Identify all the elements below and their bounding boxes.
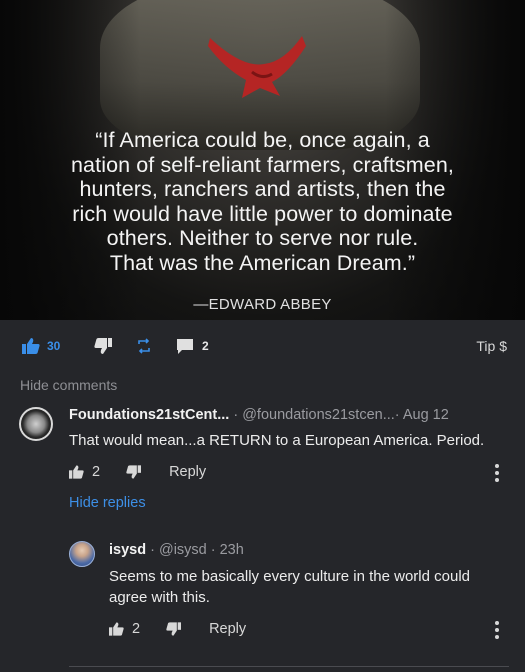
like-count: 30	[47, 339, 61, 353]
comment-header: isysd · @isysd · 23h	[109, 542, 244, 558]
comment-meta: · @foundations21stcen...· Aug 12	[229, 407, 449, 423]
divider	[69, 666, 509, 667]
thumbs-down-icon[interactable]	[126, 465, 142, 479]
avatar[interactable]	[69, 541, 95, 567]
quote-text: “If America could be, once again, a nati…	[71, 128, 454, 275]
comment-icon	[177, 338, 193, 354]
post-action-bar: 30 2 Tip $	[0, 322, 525, 368]
comment-count: 2	[202, 339, 209, 353]
red-bandana	[208, 36, 306, 98]
thumbs-down-icon	[94, 338, 112, 354]
post-image[interactable]: “If America could be, once again, a nati…	[0, 0, 525, 320]
thumbs-up-icon	[22, 338, 40, 354]
tip-button[interactable]: Tip $	[476, 336, 507, 356]
like-button[interactable]: 30	[22, 336, 60, 356]
comment-actions: 2 Reply	[69, 462, 206, 482]
comment-text: That would mean...a RETURN to a European…	[69, 432, 485, 449]
thumbs-down-icon[interactable]	[166, 622, 182, 636]
quote-author: —EDWARD ABBEY	[193, 296, 332, 313]
reply-button[interactable]: Reply	[209, 621, 246, 637]
comment-text: Seems to me basically every culture in t…	[109, 568, 470, 606]
thumbs-up-icon[interactable]	[69, 465, 84, 479]
reply-button[interactable]: Reply	[169, 464, 206, 480]
comment-author[interactable]: isysd	[109, 542, 146, 558]
comment-author[interactable]: Foundations21stCent...	[69, 407, 229, 423]
thumbs-up-icon[interactable]	[109, 622, 124, 636]
comment-like-count: 2	[132, 621, 141, 637]
comment-actions: 2 Reply	[109, 619, 246, 639]
more-options-icon[interactable]	[495, 464, 499, 485]
more-options-icon[interactable]	[495, 621, 499, 642]
avatar[interactable]	[19, 407, 53, 441]
dislike-button[interactable]	[94, 336, 112, 356]
repost-icon	[138, 338, 150, 354]
comment-meta: · @isysd · 23h	[146, 542, 244, 558]
repost-button[interactable]	[136, 336, 152, 356]
comment-header: Foundations21stCent... · @foundations21s…	[69, 407, 449, 423]
comment-button[interactable]: 2	[176, 336, 209, 356]
comment-like-count: 2	[92, 464, 101, 480]
hide-comments-link[interactable]: Hide comments	[20, 377, 117, 393]
hide-replies-link[interactable]: Hide replies	[69, 495, 146, 511]
